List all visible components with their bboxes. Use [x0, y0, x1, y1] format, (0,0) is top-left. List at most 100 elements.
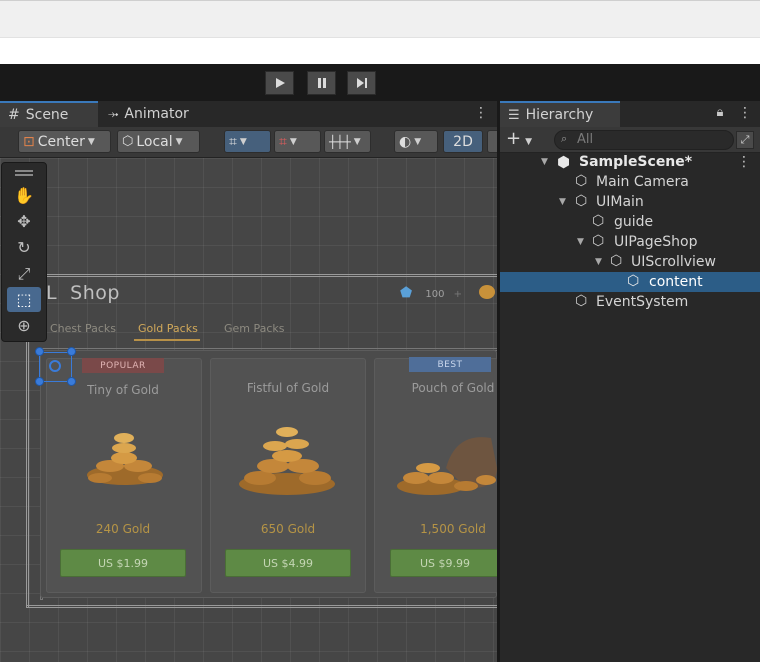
hierarchy-row-maincamera[interactable]: ⬡ Main Camera: [500, 172, 760, 192]
chevron-down-icon: ▼: [414, 136, 422, 147]
scene-viewport[interactable]: L Shop ⬟ 100 + Chest Packs Gold Packs Ge…: [0, 158, 497, 662]
gameobject-cube-icon: ⬡: [575, 173, 588, 189]
pivot-dropdown[interactable]: ⊡ Center ▼: [18, 130, 111, 153]
toggle-2d-label: 2D: [453, 133, 473, 150]
increment-snap-button[interactable]: ⌗ ▼: [274, 130, 321, 153]
gem-icon: ⬟: [400, 285, 413, 301]
hierarchy-label: SampleScene*: [579, 154, 693, 170]
tab-scene-label: Scene: [25, 107, 69, 123]
scene-search-icon[interactable]: ⤢: [736, 131, 754, 149]
gameobject-cube-icon: ⬡: [627, 273, 640, 289]
canvas-top-edge: [26, 274, 497, 277]
align-grid-button[interactable]: ┼┼┼ ▼: [324, 130, 371, 153]
pack-name: Pouch of Gold: [411, 381, 495, 395]
buy-button[interactable]: US $1.99: [60, 549, 186, 577]
add-object-button[interactable]: + ▼: [506, 130, 540, 150]
scene-menu-icon[interactable]: ⋮: [474, 105, 488, 121]
shop-tab-gold[interactable]: Gold Packs: [138, 322, 198, 335]
grid-icon: #: [8, 107, 20, 123]
scene-tabbar: # Scene ⤞ Animator ⋮: [0, 101, 497, 128]
lock-icon[interactable]: 🔒︎: [715, 105, 725, 120]
shop-tab-gem[interactable]: Gem Packs: [224, 322, 285, 335]
space-dropdown[interactable]: ⬡ Local ▼: [117, 130, 200, 153]
ruler-icon: ┼┼┼: [329, 134, 351, 149]
hierarchy-label: UIScrollview: [631, 254, 716, 270]
expand-arrow-icon[interactable]: ▼: [559, 197, 566, 207]
row-menu-icon[interactable]: ⋮: [737, 154, 751, 170]
play-button[interactable]: [265, 71, 294, 95]
tab-hierarchy[interactable]: ☰ Hierarchy: [500, 101, 620, 127]
rect-handle[interactable]: [35, 377, 44, 386]
hierarchy-label: guide: [614, 214, 654, 230]
shop-tab-chest[interactable]: Chest Packs: [50, 322, 116, 335]
pack-amount: 240 Gold: [95, 522, 151, 536]
pivot-icon: ⊡: [23, 133, 35, 150]
chevron-down-icon: ▼: [87, 136, 95, 147]
best-badge: BEST: [409, 357, 491, 372]
hierarchy-tabbar: ☰ Hierarchy 🔒︎ ⋮: [500, 101, 760, 128]
chevron-down-icon: ▼: [353, 136, 361, 147]
tool-palette: ✋ ✥ ↻ ⤢ ⬚ ⊕: [1, 162, 47, 342]
pivot-label: Center: [37, 133, 85, 150]
play-toolbar: [0, 64, 760, 101]
window-strip: [0, 38, 760, 64]
expand-arrow-icon[interactable]: ▼: [595, 257, 602, 267]
tab-scene[interactable]: # Scene: [0, 101, 98, 127]
rect-handle[interactable]: [67, 377, 76, 386]
hierarchy-label: Main Camera: [596, 174, 689, 190]
search-field[interactable]: ⌕ All: [554, 130, 734, 150]
hierarchy-panel: ☰ Hierarchy 🔒︎ ⋮ + ▼ ⌕ All ⤢ ▼ ⬢ SampleSc…: [500, 101, 760, 662]
expand-arrow-icon[interactable]: ▼: [577, 237, 584, 247]
hierarchy-row-uimain[interactable]: ▼ ⬡ UIMain: [500, 192, 760, 212]
transform-tool-icon[interactable]: ⊕: [7, 313, 41, 338]
rect-handle[interactable]: [67, 347, 76, 356]
hierarchy-toolbar: + ▼ ⌕ All ⤢: [500, 127, 760, 153]
hierarchy-label: EventSystem: [596, 294, 689, 310]
toggle-2d-button[interactable]: 2D: [443, 130, 483, 153]
hierarchy-row-guide[interactable]: ⬡ guide: [500, 212, 760, 232]
list-icon: ☰: [508, 107, 520, 123]
plus-icon: +: [506, 128, 522, 149]
shop-tab-underline: [134, 339, 200, 341]
hierarchy-row-uiscrollview[interactable]: ▼ ⬡ UIScrollview: [500, 252, 760, 272]
tab-hierarchy-label: Hierarchy: [525, 107, 594, 123]
move-tool-icon[interactable]: ✥: [7, 209, 41, 234]
tab-animator[interactable]: ⤞ Animator: [100, 101, 210, 127]
gold-pile-small-icon: [87, 433, 163, 485]
expand-arrow-icon[interactable]: ▼: [541, 157, 548, 167]
chevron-down-icon: ▼: [289, 136, 297, 147]
buy-button[interactable]: US $4.99: [225, 549, 351, 577]
browser-top-bar: [0, 0, 760, 38]
grid-snap-icon: ⌗: [229, 133, 237, 150]
draw-mode-button[interactable]: ◐ ▼: [394, 130, 438, 153]
hand-tool-icon[interactable]: ✋: [7, 183, 41, 208]
hierarchy-label: UIPageShop: [614, 234, 698, 250]
animator-icon: ⤞: [108, 106, 119, 122]
hierarchy-row-uipageshop[interactable]: ▼ ⬡ UIPageShop: [500, 232, 760, 252]
gold-pouch-icon: [397, 437, 497, 495]
shop-title: L Shop: [46, 282, 120, 304]
snap-increment-icon: ⌗: [279, 133, 287, 150]
step-button[interactable]: [347, 71, 376, 95]
toolbar-overflow[interactable]: [487, 130, 497, 153]
hierarchy-menu-icon[interactable]: ⋮: [738, 105, 752, 121]
rotate-tool-icon[interactable]: ↻: [7, 235, 41, 260]
scale-tool-icon[interactable]: ⤢: [7, 261, 41, 286]
grid-snap-button[interactable]: ⌗ ▼: [224, 130, 271, 153]
buy-button[interactable]: US $9.99: [390, 549, 497, 577]
pause-button[interactable]: [307, 71, 336, 95]
gameobject-cube-icon: ⬡: [592, 233, 605, 249]
tab-animator-label: Animator: [124, 106, 189, 122]
rect-handle[interactable]: [35, 347, 44, 356]
hierarchy-row-content[interactable]: ⬡ content: [500, 272, 760, 292]
gem-currency: ⬟ 100 +: [400, 285, 462, 301]
hierarchy-row-samplescene[interactable]: ▼ ⬢ SampleScene* ⋮: [500, 152, 760, 172]
shop-title-text: Shop: [70, 282, 120, 304]
popular-badge: POPULAR: [82, 358, 164, 373]
drag-grip-icon[interactable]: [15, 170, 33, 172]
pivot-ring[interactable]: [49, 360, 61, 372]
cube-space-icon: ⬡: [122, 134, 134, 149]
space-label: Local: [136, 133, 173, 150]
hierarchy-row-eventsystem[interactable]: ⬡ EventSystem: [500, 292, 760, 312]
rect-tool-icon[interactable]: ⬚: [7, 287, 41, 312]
